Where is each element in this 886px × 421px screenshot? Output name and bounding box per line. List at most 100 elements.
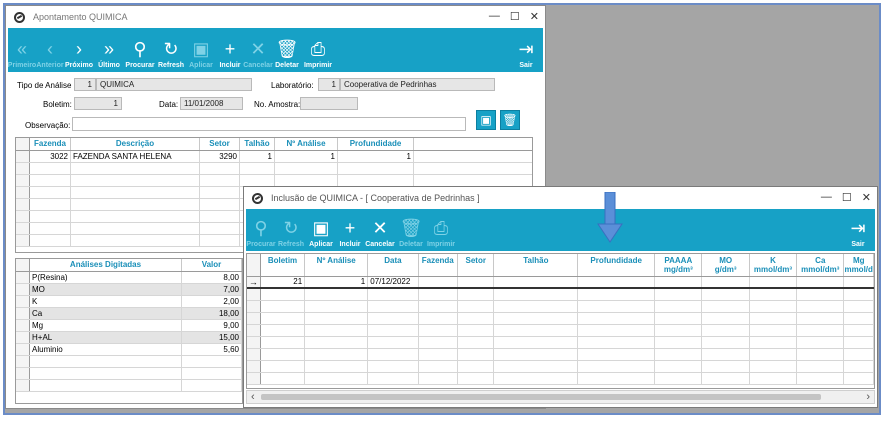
imprimir-button[interactable]: ⎙ Imprimir <box>302 40 334 72</box>
scroll-right-arrow[interactable]: › <box>866 391 870 403</box>
deletar-button[interactable]: 🗑 Deletar <box>272 40 302 72</box>
cell-talhao[interactable]: 1 <box>240 151 275 162</box>
table-row[interactable]: Aluminio 5,60 <box>16 344 242 356</box>
cell-n-analise[interactable]: 1 <box>275 151 338 162</box>
cell-analise[interactable]: Ca <box>30 308 182 319</box>
cell-valor[interactable]: 9,00 <box>182 320 242 331</box>
col-mo[interactable]: MO g/dm³ <box>702 254 750 276</box>
cell-valor[interactable]: 8,00 <box>182 272 242 283</box>
cell-setor[interactable]: 3290 <box>200 151 240 162</box>
col-boletim[interactable]: Boletim <box>261 254 306 276</box>
cancelar-button[interactable]: ✕ Cancelar <box>243 40 273 72</box>
col-ca[interactable]: Ca mmol/dm³ <box>797 254 845 276</box>
col-analises-digitadas[interactable]: Análises Digitadas <box>30 259 182 271</box>
anterior-button[interactable]: ‹ Anterior <box>36 40 64 72</box>
col-n-analise[interactable]: Nº Análise <box>275 138 338 150</box>
cell-analise[interactable]: K <box>30 296 182 307</box>
dialog-aplicar-button[interactable]: ▣ Aplicar <box>306 219 336 251</box>
data-field[interactable]: 11/01/2008 <box>180 97 243 110</box>
exit-button[interactable]: ⇥ Sair <box>509 40 543 72</box>
primeiro-button[interactable]: « Primeiro <box>8 40 36 72</box>
table-row[interactable]: Ca 18,00 <box>16 308 242 320</box>
tipo-analise-code-field[interactable]: 1 <box>74 78 96 91</box>
col-fazenda[interactable]: Fazenda <box>419 254 458 276</box>
dialog-maximize-button[interactable]: ☐ <box>842 191 852 204</box>
col-descricao[interactable]: Descrição <box>71 138 200 150</box>
refresh-button[interactable]: ↻ Refresh <box>156 40 186 72</box>
col-setor[interactable]: Setor <box>200 138 240 150</box>
cell-data[interactable]: 07/12/2022 <box>368 277 419 287</box>
dialog-imprimir-button[interactable]: ⎙ Imprimir <box>426 219 456 251</box>
dialog-incluir-button[interactable]: + Incluir <box>336 219 364 251</box>
col-valor[interactable]: Valor <box>182 259 242 271</box>
table-row[interactable]: Mg 9,00 <box>16 320 242 332</box>
cell-valor[interactable]: 7,00 <box>182 284 242 295</box>
col-setor[interactable]: Setor <box>458 254 495 276</box>
dialog-refresh-button[interactable]: ↻ Refresh <box>276 219 306 251</box>
save-button[interactable]: ▣ <box>476 110 496 130</box>
col-talhao[interactable]: Talhão <box>494 254 579 276</box>
table-row[interactable]: 3022 FAZENDA SANTA HELENA 3290 1 1 1 <box>16 151 532 163</box>
cell-valor[interactable]: 15,00 <box>182 332 242 343</box>
scroll-left-arrow[interactable]: ‹ <box>251 391 255 403</box>
col-data[interactable]: Data <box>368 254 419 276</box>
cell-analise[interactable]: P(Resina) <box>30 272 182 283</box>
proximo-button[interactable]: › Próximo <box>64 40 94 72</box>
dialog-close-button[interactable]: ✕ <box>862 191 871 204</box>
laboratorio-code-field[interactable]: 1 <box>318 78 340 91</box>
cell-n-analise[interactable]: 1 <box>305 277 369 287</box>
dialog-procurar-button[interactable]: ⚲ Procurar <box>246 219 276 251</box>
col-fazenda[interactable]: Fazenda <box>30 138 71 150</box>
minimize-button[interactable]: — <box>489 10 500 23</box>
cell-descricao[interactable]: FAZENDA SANTA HELENA <box>71 151 200 162</box>
table-row[interactable]: K 2,00 <box>16 296 242 308</box>
cell-paaaa[interactable] <box>655 277 703 287</box>
cell-profundidade[interactable] <box>578 277 656 287</box>
dialog-minimize-button[interactable]: — <box>821 191 832 204</box>
delete-button[interactable]: 🗑 <box>500 110 520 130</box>
cell-valor[interactable]: 18,00 <box>182 308 242 319</box>
cell-mo[interactable] <box>702 277 750 287</box>
cell-setor[interactable] <box>458 277 495 287</box>
dialog-exit-button[interactable]: ⇥ Sair <box>841 219 875 251</box>
cell-analise[interactable]: H+AL <box>30 332 182 343</box>
col-n-analise[interactable]: Nº Análise <box>305 254 369 276</box>
col-profundidade[interactable]: Profundidade <box>578 254 656 276</box>
col-mg[interactable]: Mgmmol/dm³ <box>844 254 874 276</box>
cell-ca[interactable] <box>797 277 845 287</box>
cell-boletim[interactable]: 21 <box>261 277 306 287</box>
col-k[interactable]: Kmmol/dm³ <box>750 254 798 276</box>
amostra-field[interactable] <box>300 97 358 110</box>
dialog-deletar-button[interactable]: 🗑 Deletar <box>396 219 426 251</box>
maximize-button[interactable]: ☐ <box>510 10 520 23</box>
procurar-button[interactable]: ⚲ Procurar <box>124 40 156 72</box>
boletim-field[interactable]: 1 <box>74 97 122 110</box>
cell-talhao[interactable] <box>494 277 579 287</box>
table-row[interactable]: → 21 1 07/12/2022 <box>247 277 874 289</box>
table-row[interactable]: MO 7,00 <box>16 284 242 296</box>
close-button[interactable]: ✕ <box>530 10 539 23</box>
col-talhao[interactable]: Talhão <box>240 138 275 150</box>
procurar-icon: ⚲ <box>254 218 268 238</box>
table-row[interactable]: H+AL 15,00 <box>16 332 242 344</box>
cell-k[interactable] <box>750 277 798 287</box>
cell-valor[interactable]: 2,00 <box>182 296 242 307</box>
observacao-field[interactable] <box>72 117 466 131</box>
aplicar-button[interactable]: ▣ Aplicar <box>186 40 216 72</box>
cell-analise[interactable]: Mg <box>30 320 182 331</box>
cell-mg[interactable] <box>844 277 874 287</box>
col-paaaa[interactable]: PAAAA mg/dm³ <box>655 254 703 276</box>
dialog-cancelar-button[interactable]: ✕ Cancelar <box>364 219 396 251</box>
scroll-thumb[interactable] <box>261 394 821 400</box>
horizontal-scrollbar[interactable]: ‹ › <box>246 390 875 404</box>
incluir-button[interactable]: + Incluir <box>216 40 244 72</box>
cell-analise[interactable]: Aluminio <box>30 344 182 355</box>
ultimo-button[interactable]: » Último <box>94 40 124 72</box>
cell-profundidade[interactable]: 1 <box>338 151 414 162</box>
cell-fazenda[interactable] <box>419 277 458 287</box>
cell-valor[interactable]: 5,60 <box>182 344 242 355</box>
cell-analise[interactable]: MO <box>30 284 182 295</box>
col-profundidade[interactable]: Profundidade <box>338 138 414 150</box>
cell-fazenda[interactable]: 3022 <box>30 151 71 162</box>
table-row[interactable]: P(Resina) 8,00 <box>16 272 242 284</box>
